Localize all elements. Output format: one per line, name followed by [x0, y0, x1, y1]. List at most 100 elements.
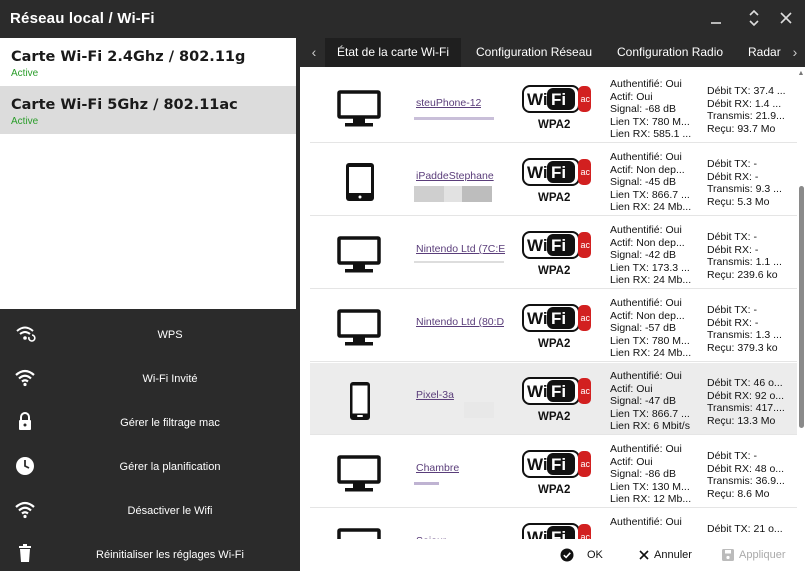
device-info-line: Authentifié: Oui [610, 297, 682, 309]
device-info: Authentifié: Oui Actif: Oui Signal: -47 dB… [610, 370, 698, 433]
wifi-logo: Wi Fi ac [522, 450, 592, 478]
reset-wifi-button[interactable]: Réinitialiser les réglages Wi-Fi [0, 534, 300, 571]
tab-network-config[interactable]: Configuration Réseau [476, 38, 592, 67]
svg-text:Fi: Fi [551, 163, 566, 182]
action-label: Réinitialiser les réglages Wi-Fi [96, 549, 244, 561]
tab-scroll-right-button[interactable]: › [787, 38, 803, 67]
device-row[interactable]: Nintendo Ltd (7C:E Wi Fi ac WPA2 Authenti… [310, 217, 797, 289]
tab-bar: ‹ État de la carte Wi-Fi Configuration R… [300, 38, 805, 67]
apply-label: Appliquer [739, 549, 786, 561]
device-info-line: Lien TX: 866.7 ... [610, 188, 690, 201]
security-label: WPA2 [538, 265, 571, 277]
device-name-link[interactable]: steuPhone-12 [416, 97, 481, 109]
tab-radio-config[interactable]: Configuration Radio [617, 38, 723, 67]
device-stat-line: Transmis: 1.1 ... [707, 256, 782, 269]
footer-bar: OK Annuler Appliquer [300, 539, 805, 571]
device-name-link[interactable]: Chambre [416, 462, 459, 474]
card-name: Carte Wi-Fi 2.4Ghz / 802.11g [11, 49, 246, 65]
scrollbar-thumb[interactable] [799, 186, 804, 428]
device-info: Authentifié: Oui Actif: Non dep... Signal:… [610, 297, 698, 360]
svg-text:Fi: Fi [551, 455, 566, 474]
wifi-icon [15, 369, 35, 387]
tab-scroll-left-button[interactable]: ‹ [306, 38, 322, 67]
svg-text:ac: ac [581, 167, 591, 177]
device-info-line: Actif: Oui [610, 455, 653, 468]
svg-text:ac: ac [581, 459, 591, 469]
device-info-line: Actif: Oui [610, 90, 653, 103]
svg-text:Fi: Fi [551, 90, 566, 109]
guest-wifi-button[interactable]: Wi-Fi Invité [0, 358, 300, 398]
device-row[interactable]: Chambre Wi Fi ac WPA2 Authentifié: Oui Act… [310, 436, 797, 508]
device-info-line: Signal: -42 dB [610, 249, 676, 262]
wifi-card-list: Carte Wi-Fi 2.4Ghz / 802.11g Active Cart… [0, 38, 296, 309]
device-stat-line: Transmis: 21.9... [707, 110, 785, 123]
device-stat-line: Reçu: 8.6 Mo [707, 487, 770, 500]
device-row[interactable]: iPaddeStephane Wi Fi ac WPA2 Authentifié:… [310, 144, 797, 216]
schedule-button[interactable]: Gérer la planification [0, 446, 300, 486]
device-info-line: Lien TX: 780 M... [610, 334, 690, 347]
minimize-button[interactable] [706, 8, 726, 28]
device-stat-line: Reçu: 5.3 Mo [707, 195, 770, 208]
wifi-card-5ghz[interactable]: Carte Wi-Fi 5Ghz / 802.11ac Active [0, 86, 296, 134]
svg-text:Wi: Wi [527, 236, 548, 255]
device-row[interactable]: Pixel-3a Wi Fi ac WPA2 Authentifié: Oui Ac… [310, 363, 797, 435]
scroll-up-arrow[interactable]: ▲ [797, 70, 805, 77]
save-icon [722, 549, 734, 561]
device-stat-line: Débit TX: - [707, 304, 757, 316]
device-name-link[interactable]: iPaddeStephane [416, 170, 494, 182]
device-info-line: Actif: Non dep... [610, 163, 685, 176]
device-info-line: Authentifié: Oui [610, 224, 682, 236]
collapse-button[interactable] [744, 8, 764, 28]
device-stats: Débit TX: 37.4 ... Débit RX: 1.4 ... Trans… [707, 85, 789, 135]
device-stat-line: Reçu: 93.7 Mo [707, 122, 776, 135]
device-name-link[interactable]: Nintendo Ltd (80:D [416, 316, 504, 328]
device-row[interactable]: steuPhone-12 Wi Fi ac WPA2 Authentifié: O… [310, 71, 797, 143]
device-info-line: Authentifié: Oui [610, 370, 682, 382]
security-label: WPA2 [538, 119, 571, 131]
device-stat-line: Débit RX: - [707, 243, 759, 256]
minimize-icon [711, 22, 721, 24]
device-stat-line: Débit TX: 21 o... [707, 523, 783, 535]
disable-wifi-button[interactable]: Désactiver le Wifi [0, 490, 300, 530]
device-info-line: Lien TX: 780 M... [610, 115, 690, 128]
device-info-line: Lien RX: 585.1 ... [610, 128, 692, 141]
close-button[interactable] [776, 8, 796, 28]
svg-text:Wi: Wi [527, 528, 548, 539]
device-row[interactable]: Sejour Wi Fi ac Authentifié: OuiDébit TX… [310, 509, 797, 539]
app-window: Réseau local / Wi-Fi Carte Wi-Fi 2.4Ghz … [0, 0, 805, 571]
action-label: WPS [157, 329, 183, 341]
device-info-line: Lien TX: 866.7 ... [610, 407, 690, 420]
device-info-line: Authentifié: Oui [610, 151, 682, 163]
device-stats: Débit TX: - Débit RX: 48 o... Transmis: 36… [707, 450, 789, 500]
device-info-line: Signal: -68 dB [610, 103, 676, 116]
device-stat-line: Transmis: 417.... [707, 402, 785, 415]
svg-text:Wi: Wi [527, 382, 548, 401]
svg-text:ac: ac [581, 240, 591, 250]
device-info-line: Actif: Oui [610, 382, 653, 395]
tab-wifi-status[interactable]: État de la carte Wi-Fi [325, 38, 462, 67]
device-row[interactable]: Nintendo Ltd (80:D Wi Fi ac WPA2 Authenti… [310, 290, 797, 362]
device-name-link[interactable]: Pixel-3a [416, 389, 454, 401]
device-stat-line: Reçu: 13.3 Mo [707, 414, 776, 427]
device-info-line: Authentifié: Oui [610, 443, 682, 455]
device-info: Authentifié: Oui Actif: Non dep... Signal:… [610, 224, 698, 287]
mac-filter-button[interactable]: Gérer le filtrage mac [0, 402, 300, 442]
svg-text:ac: ac [581, 313, 591, 323]
svg-text:Fi: Fi [551, 528, 566, 539]
device-stat-line: Débit TX: - [707, 158, 757, 170]
svg-text:Wi: Wi [527, 90, 548, 109]
tab-radar[interactable]: Radar [748, 38, 781, 67]
wifi-logo: Wi Fi ac [522, 85, 592, 113]
device-info-line: Lien TX: 130 M... [610, 480, 690, 493]
device-stats: Débit TX: - Débit RX: - Transmis: 1.3 ... R… [707, 304, 789, 354]
device-stat-line: Reçu: 239.6 ko [707, 268, 778, 281]
wifi-card-24ghz[interactable]: Carte Wi-Fi 2.4Ghz / 802.11g Active [0, 38, 296, 86]
device-info-line: Authentifié: Oui [610, 78, 682, 90]
svg-text:Fi: Fi [551, 309, 566, 328]
svg-text:Wi: Wi [527, 455, 548, 474]
device-name-link[interactable]: Nintendo Ltd (7C:E [416, 243, 505, 255]
device-info: Authentifié: Oui Actif: Non dep... Signal:… [610, 151, 698, 214]
wifi-icon [15, 501, 35, 519]
device-info: Authentifié: Oui [610, 516, 698, 529]
wps-button[interactable]: WPS [0, 314, 300, 354]
